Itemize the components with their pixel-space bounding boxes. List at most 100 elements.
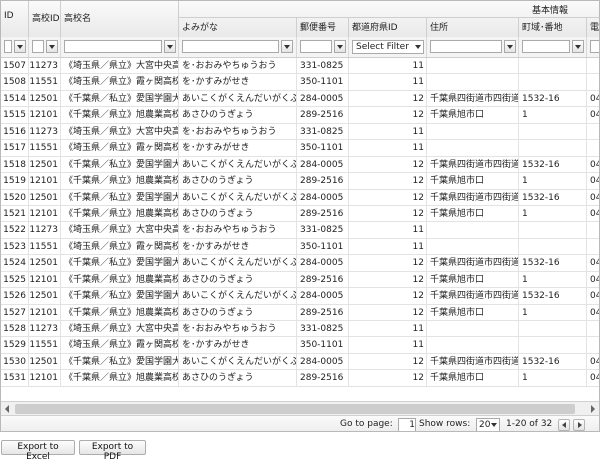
cell-school-id: 12101	[29, 107, 61, 124]
goto-page-label: Go to page:	[340, 419, 393, 429]
filter-dropdown-icon[interactable]	[164, 40, 176, 53]
show-rows-select[interactable]: 20	[476, 418, 500, 431]
table-row[interactable]: 1527 12101 《千葉県／県立》旭農業高校 あさひのうぎょう 289-2516 12…	[1, 304, 599, 321]
cell-school-name: 《千葉県／私立》愛国学園大…	[61, 189, 179, 206]
cell-school-name: 《埼玉県／県立》霞ヶ関高校	[61, 74, 179, 91]
table-row[interactable]: 152612501《千葉県／私立》愛国学園大…あいこくがくえんだいがくふぞ…28…	[1, 288, 599, 305]
cell-phone	[587, 58, 599, 74]
cell-pref-id: 12	[349, 189, 427, 206]
filter-select-pref-id[interactable]: Select Filter	[352, 40, 424, 54]
cell-school-id: 12501	[29, 90, 61, 107]
cell-zip: 284-0005	[297, 90, 349, 107]
cell-id: 1525	[1, 271, 29, 288]
export-excel-button[interactable]: Export to Excel	[1, 440, 75, 462]
scroll-left-icon[interactable]	[3, 404, 13, 414]
table-row[interactable]: 152012501《千葉県／私立》愛国学園大…あいこくがくえんだいがくふぞ…28…	[1, 189, 599, 206]
cell-school-id: 12101	[29, 370, 61, 387]
cell-pref-id: 12	[349, 370, 427, 387]
filter-input-yomi[interactable]	[182, 40, 279, 53]
filter-input-school-name[interactable]	[64, 40, 162, 53]
goto-page-input[interactable]: 1	[398, 418, 416, 431]
filter-cell-phone	[587, 37, 599, 57]
table-row[interactable]: 1528 11273 《埼玉県／県立》大宮中央高校 を･おおみやちゅうおう 331-08…	[1, 321, 599, 338]
column-header-block[interactable]: 町域･番地	[519, 18, 587, 37]
cell-id: 1530	[1, 353, 29, 370]
table-row[interactable]: 1515 12101 《千葉県／県立》旭農業高校 あさひのうぎょう 289-2516 12…	[1, 107, 599, 124]
cell-zip: 350-1101	[297, 238, 349, 255]
cell-school-name: 《千葉県／県立》旭農業高校	[61, 173, 179, 190]
cell-school-name: 《千葉県／県立》旭農業高校	[61, 271, 179, 288]
prev-page-button[interactable]	[558, 419, 570, 431]
table-row[interactable]: 151812501《千葉県／私立》愛国学園大…あいこくがくえんだいがくふぞ…28…	[1, 156, 599, 174]
filter-input-block[interactable]	[522, 40, 570, 53]
cell-zip: 284-0005	[297, 156, 349, 173]
table-row[interactable]: 1521 12101 《千葉県／県立》旭農業高校 あさひのうぎょう 289-2516 12…	[1, 205, 599, 223]
filter-dropdown-icon[interactable]	[46, 40, 58, 53]
filter-dropdown-icon[interactable]	[572, 40, 584, 53]
cell-school-id: 11551	[29, 74, 61, 91]
scrollbar-thumb[interactable]	[15, 404, 575, 414]
cell-school-id: 11273	[29, 222, 61, 239]
column-header-pref-id[interactable]: 都道府県ID	[349, 18, 427, 37]
cell-yomi: あさひのうぎょう	[179, 173, 297, 190]
cell-address: 千葉県旭市口	[427, 173, 519, 190]
table-row[interactable]: 1508 11551 《埼玉県／県立》霞ヶ関高校 を･かすみがせき 350-1101 11	[1, 74, 599, 91]
table-row[interactable]: 1517 11551 《埼玉県／県立》霞ヶ関高校 を･かすみがせき 350-1101 11	[1, 140, 599, 157]
table-row[interactable]: 1523 11551 《埼玉県／県立》霞ヶ関高校 を･かすみがせき 350-1101 11	[1, 238, 599, 256]
cell-block	[519, 337, 587, 354]
cell-id: 1523	[1, 238, 29, 255]
column-header-id[interactable]: ID	[1, 1, 29, 37]
filter-input-id[interactable]	[4, 40, 12, 53]
table-row[interactable]: 153012501《千葉県／私立》愛国学園大…あいこくがくえんだいがくふぞ…28…	[1, 353, 599, 371]
column-header-zip[interactable]: 郵便番号	[297, 18, 349, 37]
filter-input-address[interactable]	[430, 40, 502, 53]
show-rows-label: Show rows:	[419, 419, 471, 429]
cell-id: 1518	[1, 156, 29, 173]
cell-school-id: 11551	[29, 337, 61, 354]
cell-id: 1515	[1, 107, 29, 124]
filter-dropdown-icon[interactable]	[504, 40, 516, 53]
table-row[interactable]: 1525 12101 《千葉県／県立》旭農業高校 あさひのうぎょう 289-2516 12…	[1, 271, 599, 289]
cell-block: 1532-16	[519, 90, 587, 107]
column-header-yomi[interactable]: よみがな	[179, 18, 297, 37]
cell-school-name: 《埼玉県／県立》大宮中央高校	[61, 58, 179, 74]
cell-id: 1519	[1, 173, 29, 190]
cell-block	[519, 123, 587, 140]
column-header-school-name[interactable]: 高校名	[61, 1, 179, 37]
filter-input-phone[interactable]	[590, 40, 599, 53]
filter-input-school-id[interactable]	[32, 40, 44, 53]
cell-phone: 04:	[587, 173, 599, 189]
cell-school-name: 《千葉県／県立》旭農業高校	[61, 205, 179, 222]
table-row[interactable]: 1519 12101 《千葉県／県立》旭農業高校 あさひのうぎょう 289-2516 12…	[1, 173, 599, 190]
cell-block	[519, 74, 587, 91]
cell-zip: 289-2516	[297, 271, 349, 288]
table-row[interactable]: 1529 11551 《埼玉県／県立》霞ヶ関高校 を･かすみがせき 350-1101 11	[1, 337, 599, 354]
filter-dropdown-icon[interactable]	[14, 40, 26, 53]
export-pdf-button[interactable]: Export to PDF	[79, 440, 146, 462]
cell-yomi: あいこくがくえんだいがくふぞ…	[179, 189, 297, 206]
next-page-button[interactable]	[573, 419, 585, 431]
cell-phone	[587, 124, 599, 140]
table-row[interactable]: 1522 11273 《埼玉県／県立》大宮中央高校 を･おおみやちゅうおう 331-08…	[1, 222, 599, 239]
cell-phone: 04:	[587, 255, 599, 271]
filter-input-zip[interactable]	[300, 40, 332, 53]
column-header-address[interactable]: 住所	[427, 18, 519, 37]
scroll-right-icon[interactable]	[587, 404, 597, 414]
cell-school-name: 《千葉県／私立》愛国学園大…	[61, 353, 179, 370]
table-row[interactable]: 1516 11273 《埼玉県／県立》大宮中央高校 を･おおみやちゅうおう 331-08…	[1, 123, 599, 141]
cell-school-name: 《埼玉県／県立》大宮中央高校	[61, 222, 179, 239]
filter-dropdown-icon[interactable]	[281, 40, 293, 53]
cell-school-id: 12501	[29, 288, 61, 305]
horizontal-scrollbar[interactable]	[1, 401, 599, 416]
table-row[interactable]: 1531 12101 《千葉県／県立》旭農業高校 あさひのうぎょう 289-2516 12…	[1, 370, 599, 387]
cell-yomi: あさひのうぎょう	[179, 107, 297, 124]
filter-dropdown-icon[interactable]	[334, 40, 346, 53]
column-header-school-id[interactable]: 高校ID	[29, 1, 61, 37]
table-row[interactable]: 152412501《千葉県／私立》愛国学園大…あいこくがくえんだいがくふぞ…28…	[1, 255, 599, 272]
column-header-phone[interactable]: 電話	[587, 18, 599, 37]
goto-page-value: 1	[409, 420, 415, 430]
table-row[interactable]: 151412501《千葉県／私立》愛国学園大…あいこくがくえんだいがくふぞ…28…	[1, 90, 599, 108]
cell-phone: 04:	[587, 157, 599, 173]
table-row[interactable]: 1507 11273 《埼玉県／県立》大宮中央高校 を･おおみやちゅうおう 331-08…	[1, 58, 599, 75]
grid-header: ID 高校ID 高校名 基本情報 よみがな 郵便番号 都道府県ID 住所 町域･…	[1, 1, 599, 38]
